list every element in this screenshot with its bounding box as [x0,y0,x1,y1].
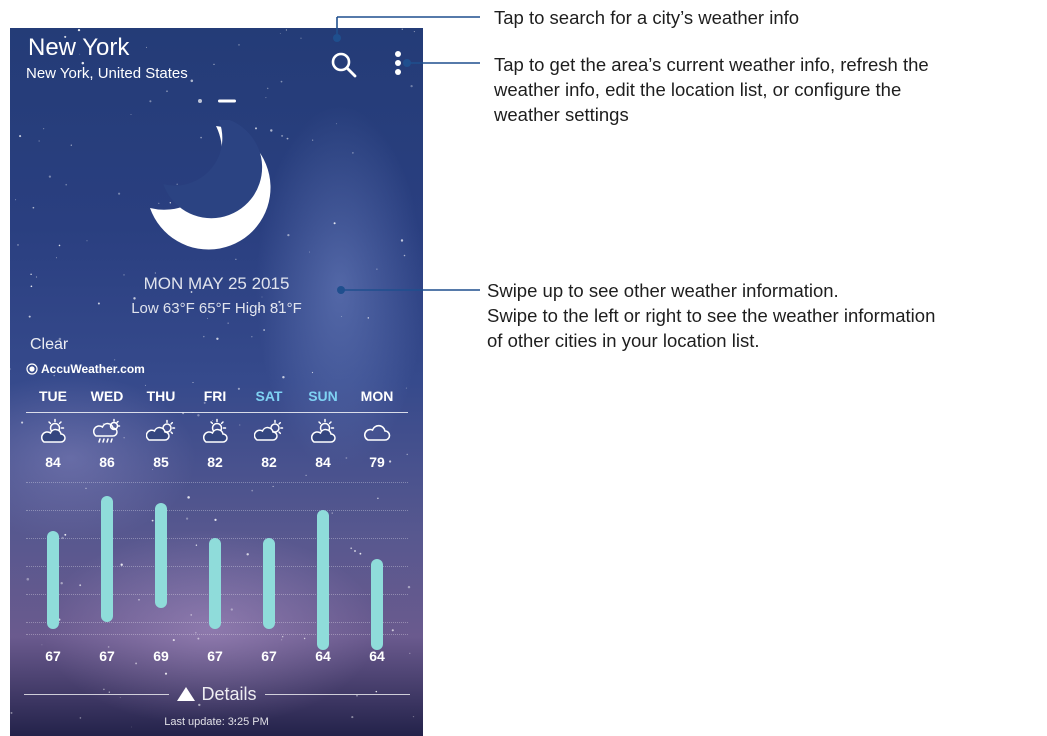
annotation-swipe: Swipe up to see other weather informatio… [487,278,935,353]
annotation-line: weather settings [494,104,629,125]
annotation-line: Swipe to the left or right to see the we… [487,305,936,326]
annotation-search: Tap to search for a city’s weather info [494,7,800,28]
annotation-line: weather info, edit the location list, or… [494,79,902,100]
annotation-menu: Tap to get the area’s current weather in… [494,52,929,127]
annotation-line: Tap to get the area’s current weather in… [494,54,929,75]
annotation-line: Swipe up to see other weather informatio… [487,280,839,301]
annotation-line: of other cities in your location list. [487,330,760,351]
